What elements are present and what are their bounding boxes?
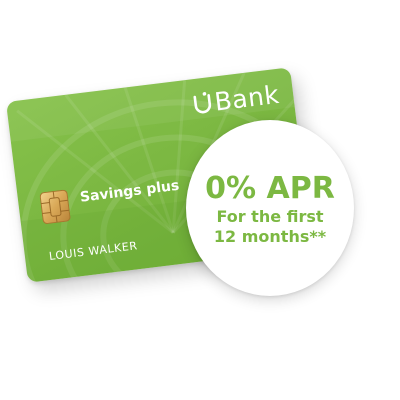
offer-headline: 0% APR bbox=[205, 171, 335, 207]
bank-name: Bank bbox=[212, 79, 281, 117]
bank-logo-icon bbox=[193, 92, 212, 114]
offer-subtext: For the first 12 months** bbox=[213, 206, 327, 246]
promo-image: Bank Savings plus LOUIS WALKER 0% APR Fo… bbox=[0, 0, 400, 400]
offer-badge: 0% APR For the first 12 months** bbox=[186, 120, 354, 296]
chip-icon bbox=[39, 189, 71, 224]
